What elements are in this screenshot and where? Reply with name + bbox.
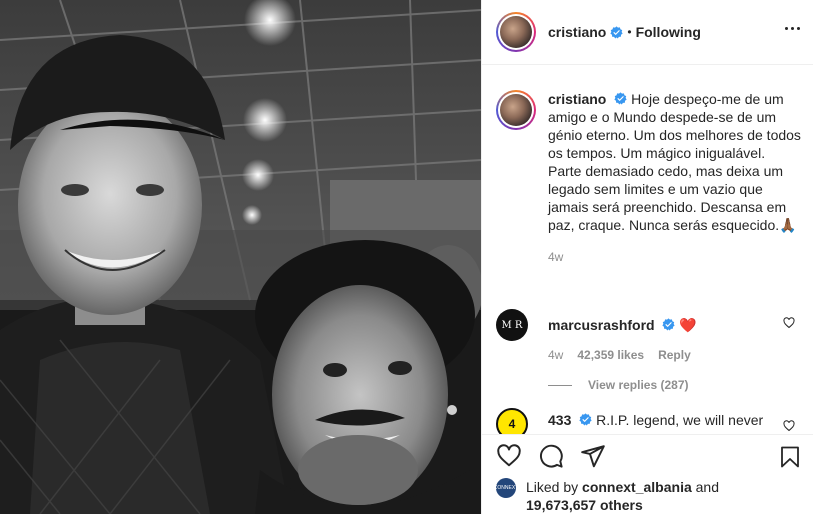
like-comment-heart-icon[interactable] [783,420,795,432]
comments-list[interactable]: cristiano Hoje despeço-me de um amigo e … [482,66,813,434]
comment-item: 4 433 R.I.P. legend, we will never [496,408,801,434]
caption-text: Hoje despeço-me de um amigo e o Mundo de… [548,91,801,233]
liked-by: CONNEXT Liked by connext_albania and 19,… [494,478,719,514]
commenter-avatar[interactable]: 4 [496,408,528,434]
like-comment-heart-icon[interactable] [783,317,795,329]
post-actions: CONNEXT Liked by connext_albania and 19,… [482,434,813,514]
caption-username[interactable]: cristiano [548,91,606,107]
post-header: cristiano • Following [482,0,813,65]
post-side-panel: cristiano • Following cristiano Hoje des… [481,0,813,514]
author-username[interactable]: cristiano [548,24,606,40]
verified-badge-icon [610,25,623,38]
caption-time[interactable]: 4w [548,250,563,264]
praying-hands-icon: 🙏🏾 [779,217,797,233]
photo-illustration [0,0,481,514]
post-photo[interactable] [0,0,481,514]
action-icons [496,443,606,469]
verified-badge-icon [614,92,627,105]
comment-time[interactable]: 4w [548,348,563,362]
commenter-username[interactable]: 433 [548,412,571,428]
heart-icon[interactable] [496,443,522,469]
bookmark-icon[interactable] [778,444,802,470]
caption-text-block: cristiano Hoje despeço-me de um amigo e … [548,90,801,234]
comment-item: M R marcusrashford ❤️ 4w 42,359 likes Re… [496,309,801,392]
commenter-avatar[interactable]: M R [496,309,528,341]
more-options-icon[interactable] [785,27,800,30]
comment-text-block: 433 R.I.P. legend, we will never [548,408,801,429]
caption-author-avatar[interactable] [496,90,536,130]
following-button[interactable]: Following [636,24,701,40]
comment-meta: 4w 42,359 likes Reply [548,348,801,362]
comment-text: R.I.P. legend, we will never [596,412,764,428]
author-avatar[interactable] [496,12,536,52]
comment-likes[interactable]: 42,359 likes [577,348,644,362]
comment-text-block: marcusrashford ❤️ [548,309,801,334]
verified-badge-icon [579,413,592,426]
liker-username[interactable]: connext_albania [582,479,692,495]
send-icon[interactable] [580,443,606,469]
caption-item: cristiano Hoje despeço-me de um amigo e … [496,90,801,264]
view-replies-label: View replies (287) [588,378,689,392]
liker-avatar[interactable]: CONNEXT [494,478,518,498]
likes-count[interactable]: 19,673,657 others [526,497,643,513]
replies-divider [548,384,572,386]
view-replies-button[interactable]: View replies (287) [548,378,801,392]
liked-by-conj: and [695,479,719,495]
verified-badge-icon [662,318,676,331]
caption-meta: 4w [548,250,801,264]
comment-icon[interactable] [538,443,564,469]
commenter-username[interactable]: marcusrashford [548,317,655,333]
liked-by-text: Liked by connext_albania and 19,673,657 … [526,478,719,514]
red-heart-icon: ❤️ [679,317,697,333]
reply-button[interactable]: Reply [658,348,691,362]
liked-by-prefix: Liked by [526,479,579,495]
header-separator: • [627,25,632,39]
